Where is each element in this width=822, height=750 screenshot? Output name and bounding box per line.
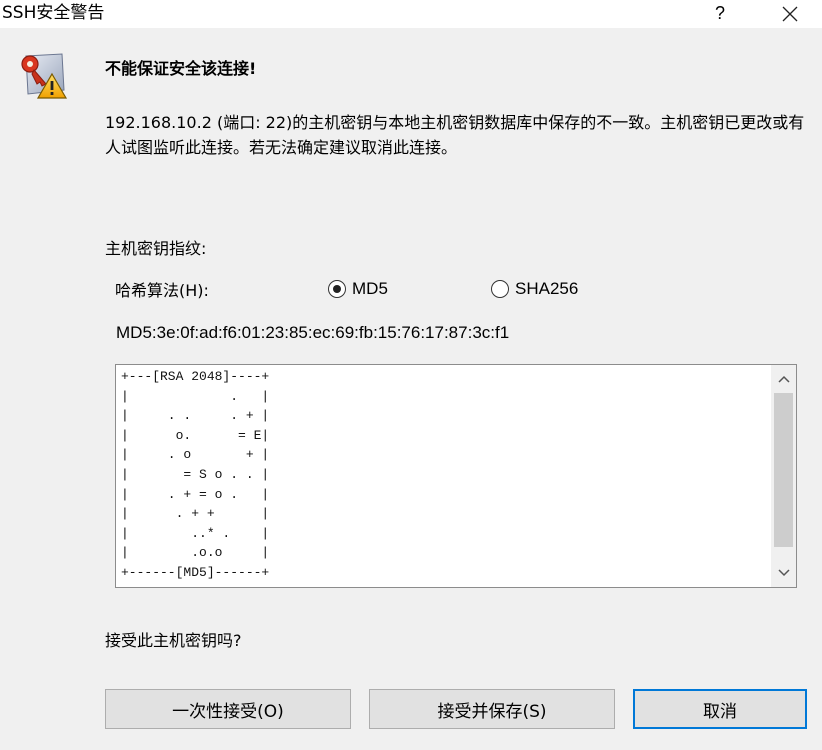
scroll-down-button[interactable] bbox=[771, 559, 796, 587]
help-button[interactable]: ? bbox=[700, 0, 740, 28]
key-warning-icon bbox=[21, 53, 68, 99]
md5-radio-label: MD5 bbox=[352, 279, 388, 298]
randomart-text: +---[RSA 2048]----+ | . | | . . . + | | … bbox=[121, 369, 270, 580]
sha256-radio-indicator bbox=[491, 280, 509, 298]
randomart-textbox[interactable]: +---[RSA 2048]----+ | . | | . . . + | | … bbox=[115, 364, 797, 588]
accept-save-button[interactable]: 接受并保存(S) bbox=[369, 689, 615, 729]
hash-algorithm-label: 哈希算法(H): bbox=[115, 281, 209, 300]
sha256-radio-label: SHA256 bbox=[515, 279, 579, 298]
window-title: SSH安全警告 bbox=[2, 3, 105, 23]
warning-message: 192.168.10.2 (端口: 22)的主机密钥与本地主机密钥数据库中保存的… bbox=[105, 113, 805, 157]
scroll-up-button[interactable] bbox=[771, 365, 796, 393]
sha256-radio[interactable]: SHA256 bbox=[491, 279, 578, 299]
fingerprint-value: MD5:3e:0f:ad:f6:01:23:85:ec:69:fb:15:76:… bbox=[116, 323, 510, 342]
title-bar: SSH安全警告 ? bbox=[0, 0, 822, 28]
chevron-up-icon bbox=[777, 375, 790, 383]
vertical-scrollbar[interactable] bbox=[771, 365, 796, 587]
scroll-thumb[interactable] bbox=[774, 393, 793, 547]
chevron-down-icon bbox=[777, 569, 790, 577]
warning-headline: 不能保证安全该连接! bbox=[105, 59, 257, 78]
cancel-button[interactable]: 取消 bbox=[633, 689, 807, 729]
accept-question: 接受此主机密钥吗? bbox=[105, 631, 242, 650]
close-icon bbox=[782, 6, 798, 22]
close-button[interactable] bbox=[768, 0, 812, 28]
md5-radio-indicator bbox=[328, 280, 346, 298]
fingerprint-label: 主机密钥指纹: bbox=[105, 239, 207, 258]
md5-radio[interactable]: MD5 bbox=[328, 279, 388, 299]
accept-once-button[interactable]: 一次性接受(O) bbox=[105, 689, 351, 729]
